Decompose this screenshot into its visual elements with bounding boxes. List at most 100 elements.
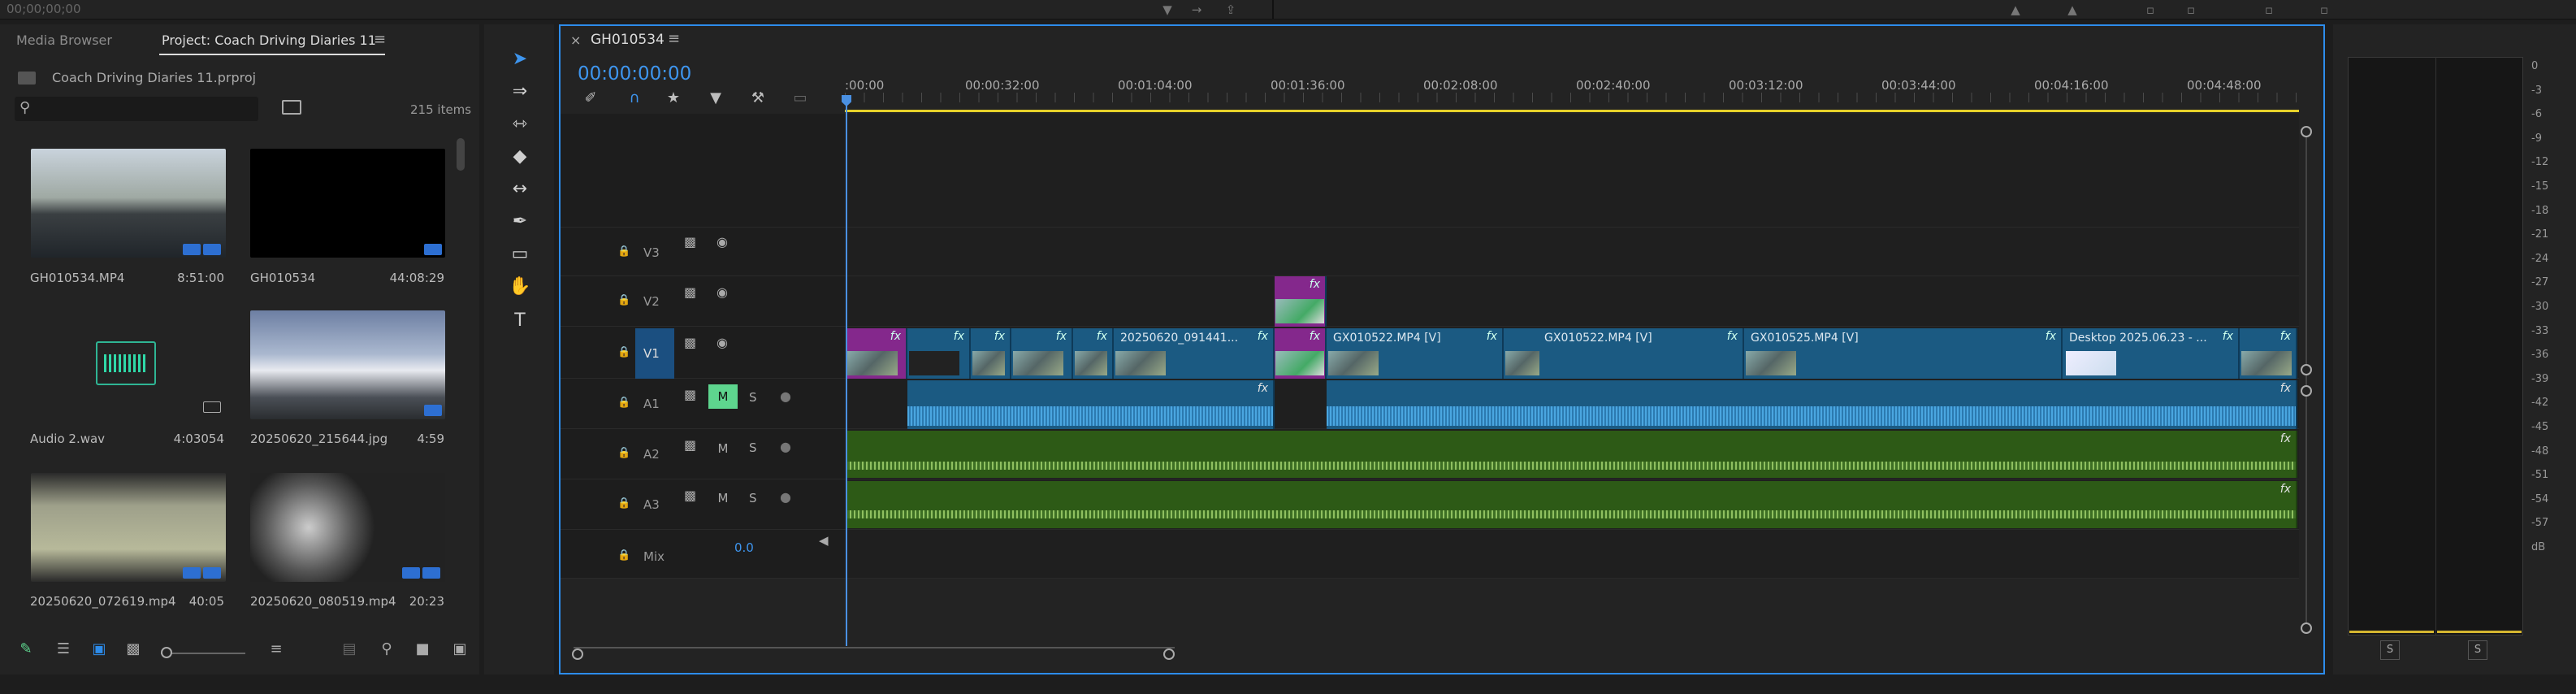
go-to-edit-icon[interactable]: ◀ bbox=[819, 533, 829, 548]
pen-icon[interactable]: ✒ bbox=[504, 210, 536, 234]
find-icon[interactable]: ⚲ bbox=[375, 640, 398, 663]
video-clip[interactable]: GX010522.MP4 [V] fx bbox=[1504, 328, 1744, 379]
video-clip[interactable]: fx bbox=[1275, 276, 1327, 327]
ripple-edit-icon[interactable]: ⇿ bbox=[504, 112, 536, 137]
sort-icon[interactable]: ≡ bbox=[265, 640, 288, 663]
slip-icon[interactable]: ↔ bbox=[504, 177, 536, 202]
settings-wrench-icon[interactable]: ⚒ bbox=[746, 89, 770, 111]
solo-left-button[interactable]: S bbox=[2380, 640, 2400, 660]
list-view-icon[interactable]: ☰ bbox=[52, 640, 75, 663]
track-v2[interactable] bbox=[845, 276, 2299, 327]
toggle-sync-lock-icon[interactable]: ▩ bbox=[684, 234, 696, 249]
scroll-handle-left[interactable] bbox=[572, 648, 583, 660]
type-tool-icon[interactable]: T bbox=[504, 309, 536, 333]
video-clip[interactable]: fx bbox=[1275, 328, 1327, 379]
toolbar-icon-1[interactable]: ▲ bbox=[2007, 2, 2024, 17]
new-bin-icon[interactable] bbox=[282, 100, 301, 115]
eye-icon[interactable]: ◉ bbox=[717, 234, 728, 249]
media-thumbnail[interactable] bbox=[31, 149, 226, 258]
lock-icon[interactable]: 🔒 bbox=[617, 397, 630, 409]
solo-right-button[interactable]: S bbox=[2468, 640, 2487, 660]
toggle-sync-lock-icon[interactable]: ▩ bbox=[684, 387, 696, 402]
toolbar-icon-4[interactable]: ▫ bbox=[2182, 2, 2200, 17]
lock-icon[interactable]: 🔒 bbox=[617, 346, 630, 358]
video-clip[interactable]: fx bbox=[1011, 328, 1073, 379]
voiceover-mic-icon[interactable]: ● bbox=[780, 388, 791, 404]
freeform-view-icon[interactable]: ▩ bbox=[122, 640, 145, 663]
selection-tool-icon[interactable]: ➤ bbox=[504, 47, 536, 72]
export-icon[interactable]: ⇪ bbox=[1222, 2, 1240, 17]
lock-icon[interactable]: 🔒 bbox=[617, 245, 630, 258]
filter-icon[interactable]: ▼ bbox=[1158, 2, 1176, 17]
icon-view-icon[interactable]: ▣ bbox=[88, 640, 110, 663]
video-clip[interactable]: fx bbox=[907, 328, 971, 379]
automate-icon[interactable]: ▤ bbox=[338, 640, 361, 663]
solo-button-a3[interactable]: S bbox=[749, 491, 757, 505]
audio-clip[interactable]: fx bbox=[846, 481, 2297, 528]
vertical-scroll-handle[interactable] bbox=[2301, 385, 2312, 397]
lock-icon[interactable]: 🔒 bbox=[617, 497, 630, 510]
new-item-icon[interactable]: ▣ bbox=[448, 640, 471, 663]
lock-icon[interactable]: 🔒 bbox=[617, 549, 630, 562]
playhead-line[interactable] bbox=[846, 102, 847, 646]
lock-icon[interactable]: 🔒 bbox=[617, 294, 630, 306]
media-thumbnail[interactable] bbox=[31, 473, 226, 582]
solo-button-a1[interactable]: S bbox=[749, 390, 757, 405]
vertical-scrollbar[interactable] bbox=[2305, 130, 2307, 634]
vertical-scroll-handle[interactable] bbox=[2301, 126, 2312, 137]
lock-icon[interactable]: 🔒 bbox=[617, 447, 630, 459]
tab-project[interactable]: Project: Coach Driving Diaries 11 bbox=[162, 33, 376, 48]
zoom-slider-knob[interactable] bbox=[161, 647, 172, 658]
video-clip[interactable]: GX010522.MP4 [V] fx bbox=[1327, 328, 1504, 379]
voiceover-mic-icon[interactable]: ● bbox=[780, 489, 791, 505]
vertical-scroll-handle[interactable] bbox=[2301, 622, 2312, 634]
mute-button-a1[interactable]: M bbox=[708, 384, 738, 409]
add-marker-icon[interactable]: ▼ bbox=[704, 89, 728, 111]
time-ruler[interactable] bbox=[845, 93, 2299, 102]
audio-clip[interactable]: fx bbox=[907, 380, 1275, 429]
snap-icon[interactable]: ∩ bbox=[622, 89, 647, 111]
eye-icon[interactable]: ◉ bbox=[717, 284, 728, 300]
tab-media-browser[interactable]: Media Browser bbox=[16, 33, 112, 48]
video-clip[interactable]: fx bbox=[846, 328, 907, 379]
audio-clip[interactable]: fx bbox=[1327, 380, 2297, 429]
media-thumbnail[interactable] bbox=[250, 310, 445, 419]
zoom-slider[interactable] bbox=[161, 653, 245, 654]
voiceover-mic-icon[interactable]: ● bbox=[780, 439, 791, 454]
audio-clip[interactable]: fx bbox=[846, 431, 2297, 478]
video-clip[interactable]: fx bbox=[1073, 328, 1114, 379]
media-thumbnail[interactable] bbox=[250, 149, 445, 258]
panel-menu-icon[interactable]: ≡ bbox=[374, 31, 386, 48]
vertical-scroll-handle[interactable] bbox=[2301, 364, 2312, 375]
mix-volume-value[interactable]: 0.0 bbox=[734, 540, 754, 555]
captions-icon[interactable]: ▭ bbox=[788, 89, 812, 111]
toolbar-icon-2[interactable]: ▲ bbox=[2063, 2, 2081, 17]
solo-button-a2[interactable]: S bbox=[749, 440, 757, 455]
mute-button-a2[interactable]: M bbox=[708, 436, 738, 461]
video-clip[interactable]: fx bbox=[2240, 328, 2297, 379]
toggle-sync-lock-icon[interactable]: ▩ bbox=[684, 488, 696, 503]
sequence-menu-icon[interactable]: ≡ bbox=[668, 30, 680, 47]
toolbar-icon-5[interactable]: ▫ bbox=[2260, 2, 2278, 17]
new-bin-icon[interactable]: ■ bbox=[411, 640, 434, 663]
video-clip[interactable]: 20250620_091441... fx bbox=[1114, 328, 1275, 379]
track-v3[interactable] bbox=[845, 228, 2299, 276]
scroll-handle-right[interactable] bbox=[1163, 648, 1175, 660]
toggle-sync-lock-icon[interactable]: ▩ bbox=[684, 284, 696, 300]
close-icon[interactable]: × bbox=[570, 33, 581, 48]
toolbar-icon-6[interactable]: ▫ bbox=[2315, 2, 2333, 17]
nest-icon[interactable]: ✐ bbox=[578, 89, 603, 111]
mute-button-a3[interactable]: M bbox=[708, 486, 738, 510]
eye-icon[interactable]: ◉ bbox=[717, 335, 728, 350]
toolbar-icon-3[interactable]: ▫ bbox=[2141, 2, 2159, 17]
rectangle-icon[interactable]: ▭ bbox=[504, 242, 536, 267]
video-clip[interactable]: fx bbox=[971, 328, 1011, 379]
pencil-icon[interactable]: ✎ bbox=[15, 640, 37, 663]
video-clip[interactable]: GX010525.MP4 [V] fx bbox=[1744, 328, 2063, 379]
media-thumbnail[interactable] bbox=[250, 473, 445, 582]
project-scrollbar[interactable] bbox=[457, 138, 465, 171]
horizontal-scrollbar[interactable] bbox=[574, 647, 1175, 655]
video-clip[interactable]: Desktop 2025.06.23 - ... fx bbox=[2063, 328, 2240, 379]
track-select-icon[interactable]: ⇒ bbox=[504, 80, 536, 104]
playhead-timecode[interactable]: 00:00:00:00 bbox=[578, 63, 691, 85]
